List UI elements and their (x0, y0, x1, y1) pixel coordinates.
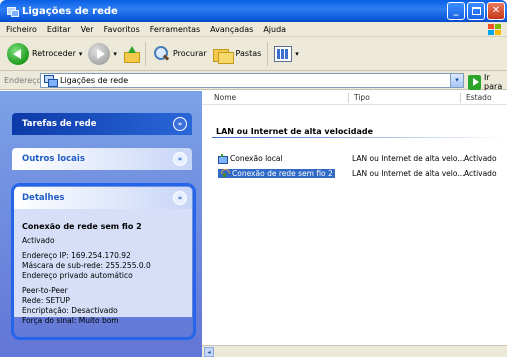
address-input[interactable]: Ligações de rede ▾ (40, 73, 464, 88)
close-button[interactable]: ✕ (487, 2, 505, 20)
column-header-state[interactable]: Estado (466, 93, 492, 102)
go-button[interactable]: Ir para (468, 73, 507, 91)
maximize-button[interactable] (467, 2, 485, 20)
horizontal-scrollbar[interactable]: ◂ (202, 345, 507, 357)
network-tasks-title: Tarefas de rede (22, 119, 97, 129)
connections-list-view[interactable]: Nome Tipo Estado LAN ou Internet de alta… (202, 91, 507, 357)
toolbar: Retroceder ▾ ▾ Procurar Pastas ▾ (0, 37, 507, 71)
connection-name-label: Conexão de rede sem fio 2 (232, 169, 333, 178)
column-header-type[interactable]: Tipo (354, 93, 370, 102)
forward-arrow-icon (88, 42, 111, 65)
connection-type: LAN ou Internet de alta velo... (352, 154, 465, 163)
windows-logo-icon (488, 24, 501, 35)
menu-advanced[interactable]: Avançadas (210, 25, 253, 34)
folders-icon (212, 46, 234, 64)
column-header-name[interactable]: Nome (214, 93, 236, 102)
network-tasks-header[interactable]: Tarefas de rede » (12, 113, 192, 135)
window-controls: _ ✕ (447, 2, 505, 20)
chevron-down-icon[interactable]: ▾ (79, 50, 83, 58)
connection-name-label: Conexão local (230, 154, 283, 163)
wired-connection-icon (218, 154, 228, 164)
toolbar-separator (267, 41, 269, 66)
scroll-left-arrow-icon[interactable]: ◂ (204, 347, 214, 357)
menu-view[interactable]: Ver (81, 25, 94, 34)
expand-chevron-icon[interactable]: » (173, 117, 187, 131)
menu-favorites[interactable]: Favoritos (104, 25, 140, 34)
views-icon (274, 45, 293, 62)
connection-type: LAN ou Internet de alta velo... (352, 169, 465, 178)
menu-file[interactable]: Ficheiro (6, 25, 37, 34)
views-button[interactable]: ▾ (271, 40, 302, 68)
forward-button[interactable]: ▾ (85, 40, 120, 68)
maximize-icon (471, 7, 481, 15)
address-bar: Endereço Ligações de rede ▾ Ir para (0, 71, 507, 91)
toolbar-separator (144, 41, 146, 66)
other-places-title: Outros locais (22, 154, 85, 164)
table-row[interactable]: Conexão local LAN ou Internet de alta ve… (206, 153, 507, 164)
back-label: Retroceder (32, 49, 76, 58)
menu-tools[interactable]: Ferramentas (150, 25, 200, 34)
search-icon (152, 45, 170, 63)
column-divider[interactable] (348, 93, 349, 103)
network-connections-icon (44, 75, 58, 87)
folders-label: Pastas (235, 49, 262, 58)
folders-button[interactable]: Pastas (210, 40, 265, 68)
column-divider[interactable] (460, 93, 461, 103)
connection-state: Activado (464, 154, 497, 163)
menu-edit[interactable]: Editar (47, 25, 71, 34)
wireless-connection-icon (220, 169, 230, 178)
address-label: Endereço (4, 75, 42, 85)
expand-chevron-icon[interactable]: » (173, 152, 187, 166)
go-label: Ir para (484, 73, 503, 91)
back-button[interactable]: Retroceder ▾ (4, 40, 85, 68)
address-dropdown-button[interactable]: ▾ (450, 74, 463, 87)
chevron-down-icon[interactable]: ▾ (113, 50, 117, 58)
window-title: Ligações de rede (22, 5, 118, 17)
highlight-outline (11, 183, 196, 340)
back-arrow-icon (7, 42, 29, 65)
network-connections-icon (6, 5, 19, 17)
connection-state: Activado (464, 169, 497, 178)
folder-up-icon (123, 45, 140, 63)
table-row[interactable]: Conexão de rede sem fio 2 LAN ou Interne… (206, 168, 507, 179)
search-label: Procurar (172, 49, 207, 58)
go-arrow-icon (468, 74, 482, 90)
group-divider (212, 137, 507, 138)
column-header-row: Nome Tipo Estado (202, 91, 507, 105)
menu-help[interactable]: Ajuda (263, 25, 286, 34)
chevron-down-icon: ▾ (295, 49, 299, 58)
other-places-header[interactable]: Outros locais » (12, 148, 192, 170)
title-bar[interactable]: Ligações de rede _ ✕ (0, 0, 507, 22)
group-header: LAN ou Internet de alta velocidade (216, 127, 374, 136)
search-button[interactable]: Procurar (149, 40, 210, 68)
up-button[interactable] (120, 40, 142, 68)
address-value: Ligações de rede (60, 76, 129, 85)
minimize-button[interactable]: _ (447, 2, 465, 20)
menu-bar: Ficheiro Editar Ver Favoritos Ferramenta… (0, 22, 507, 37)
connection-name[interactable]: Conexão local (218, 154, 283, 164)
connection-name[interactable]: Conexão de rede sem fio 2 (218, 169, 335, 178)
